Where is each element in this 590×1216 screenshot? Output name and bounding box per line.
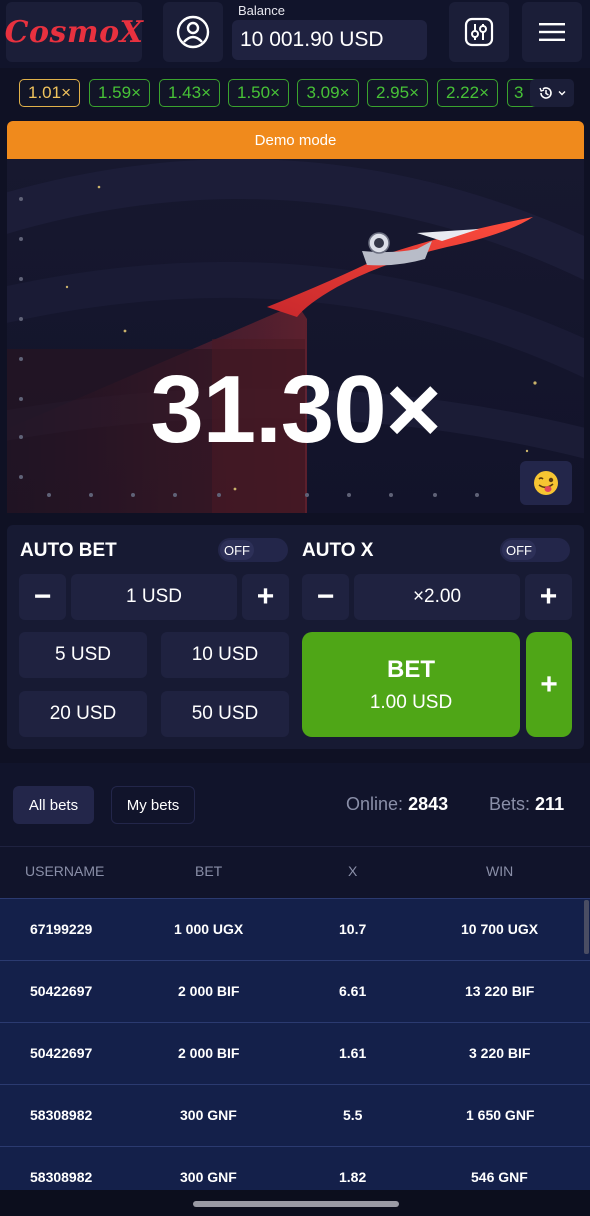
auto-bet-toggle-label: OFF	[220, 540, 254, 560]
top-bar: CosmoX Balance 10 001.90 USD	[0, 0, 590, 68]
column-bet: BET	[195, 863, 223, 879]
multiplier-history: 1.01× 1.59× 1.43× 1.50× 3.09× 2.95× 2.22…	[0, 72, 590, 116]
auto-bet-title: AUTO BET	[20, 540, 117, 561]
bets-count: Bets: 211	[489, 794, 564, 815]
logo: CosmoX	[4, 2, 144, 62]
cell-x: 10.7	[339, 921, 367, 937]
settings-sliders-icon	[464, 17, 494, 47]
menu-icon	[539, 23, 565, 41]
table-row: 50422697 2 000 BIF 6.61 13 220 BIF	[0, 960, 590, 1022]
cell-x: 5.5	[343, 1107, 363, 1123]
bet-amount-input[interactable]: 1 USD	[71, 574, 237, 620]
cell-username: 50422697	[30, 983, 93, 999]
bets-value: 211	[535, 794, 565, 814]
history-chip[interactable]: 1.01×	[19, 79, 80, 107]
emoji-button[interactable]	[520, 461, 572, 505]
chevron-down-icon	[558, 91, 566, 96]
cell-x: 1.82	[339, 1169, 367, 1185]
quick-bet-50-button[interactable]: 50 USD	[161, 691, 289, 737]
history-chip[interactable]: 2.22×	[437, 79, 498, 107]
online-label: Online:	[346, 794, 404, 814]
home-gesture-bar[interactable]	[193, 1201, 399, 1207]
online-value: 2843	[408, 794, 449, 814]
cell-username: 58308982	[30, 1107, 93, 1123]
history-chip[interactable]: 1.59×	[89, 79, 150, 107]
quick-bet-20-button[interactable]: 20 USD	[19, 691, 147, 737]
history-chip[interactable]: 3.09×	[297, 79, 359, 107]
bets-table-header: USERNAME BET X WIN	[0, 846, 590, 898]
tab-my-bets[interactable]: My bets	[111, 786, 195, 824]
settings-button[interactable]	[449, 2, 509, 62]
cell-username: 67199229	[30, 921, 93, 937]
cell-bet: 300 GNF	[180, 1107, 237, 1123]
cell-bet: 300 GNF	[180, 1169, 237, 1185]
column-x: X	[348, 863, 358, 879]
bets-label: Bets:	[489, 794, 531, 814]
auto-bet-toggle[interactable]: OFF	[218, 538, 288, 562]
cell-bet: 2 000 BIF	[178, 983, 240, 999]
table-row: 50422697 2 000 BIF 1.61 3 220 BIF	[0, 1022, 590, 1084]
cell-win: 1 650 GNF	[466, 1107, 535, 1123]
game-canvas: 31.30×	[7, 159, 584, 513]
tab-all-bets[interactable]: All bets	[13, 786, 94, 824]
cell-bet: 1 000 UGX	[174, 921, 244, 937]
clock-history-icon	[539, 87, 552, 99]
bet-button-label: BET	[387, 655, 435, 683]
cell-x: 1.61	[339, 1045, 367, 1061]
column-username: USERNAME	[25, 863, 105, 879]
table-scrollbar[interactable]	[584, 900, 589, 954]
bet-button[interactable]: BET 1.00 USD	[302, 632, 520, 737]
logo-text: CosmoX	[4, 14, 144, 50]
table-row: 58308982 300 GNF 5.5 1 650 GNF	[0, 1084, 590, 1146]
history-chip[interactable]: 1.43×	[159, 79, 220, 107]
winking-tongue-emoji-icon	[534, 471, 558, 495]
menu-button[interactable]	[522, 2, 582, 62]
cell-win: 546 GNF	[471, 1169, 528, 1185]
history-chip[interactable]: 1.50×	[228, 79, 289, 107]
bet-button-amount: 1.00 USD	[369, 691, 453, 713]
balance-value: 10 001.90 USD	[232, 20, 427, 60]
history-dropdown-button[interactable]	[530, 79, 574, 107]
auto-x-input[interactable]: ×2.00	[354, 574, 520, 620]
cell-win: 13 220 BIF	[465, 983, 535, 999]
quick-bet-10-button[interactable]: 10 USD	[161, 632, 289, 678]
cell-win: 10 700 UGX	[461, 921, 539, 937]
history-chip[interactable]: 2.95×	[367, 79, 428, 107]
user-icon	[176, 15, 210, 49]
cell-bet: 2 000 BIF	[178, 1045, 240, 1061]
current-multiplier: 31.30×	[150, 356, 441, 463]
cell-x: 6.61	[339, 983, 367, 999]
balance-label: Balance	[238, 3, 285, 18]
cell-win: 3 220 BIF	[469, 1045, 531, 1061]
auto-x-toggle[interactable]: OFF	[500, 538, 570, 562]
auto-x-decrease-button[interactable]: −	[302, 574, 349, 620]
column-win: WIN	[486, 863, 514, 879]
auto-x-toggle-label: OFF	[502, 540, 536, 560]
online-count: Online: 2843	[346, 794, 448, 815]
bet-increase-button[interactable]: +	[242, 574, 289, 620]
add-bet-button[interactable]: +	[526, 632, 572, 737]
table-row: 67199229 1 000 UGX 10.7 10 700 UGX	[0, 898, 590, 960]
demo-mode-banner: Demo mode	[7, 121, 584, 159]
bet-decrease-button[interactable]: −	[19, 574, 66, 620]
cell-username: 58308982	[30, 1169, 93, 1185]
profile-button[interactable]	[163, 2, 223, 62]
auto-x-increase-button[interactable]: +	[525, 574, 572, 620]
auto-x-title: AUTO X	[302, 540, 374, 561]
quick-bet-5-button[interactable]: 5 USD	[19, 632, 147, 678]
cell-username: 50422697	[30, 1045, 93, 1061]
